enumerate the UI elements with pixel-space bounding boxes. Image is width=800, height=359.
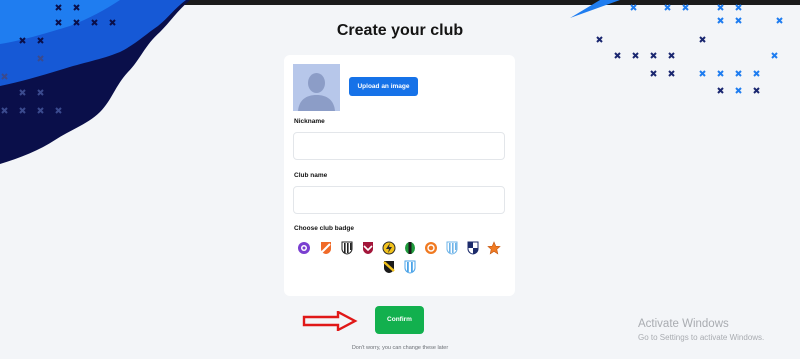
- decorative-crosses-right: [570, 0, 783, 94]
- badge-orange-star-icon[interactable]: [487, 241, 501, 255]
- decorative-splash-left: [0, 0, 190, 164]
- red-arrow-icon: [302, 311, 358, 331]
- club-name-field[interactable]: [293, 186, 505, 214]
- badge-purple-ball-icon[interactable]: [297, 241, 311, 255]
- nickname-label: Nickname: [294, 118, 325, 125]
- badge-black-white-stripes-icon[interactable]: [340, 241, 354, 255]
- activate-windows-subtitle: Go to Settings to activate Windows.: [638, 333, 765, 342]
- person-silhouette-icon: [293, 64, 340, 111]
- create-club-form-card: Upload an image Nickname Club name Choos…: [284, 55, 515, 296]
- nickname-field[interactable]: [293, 132, 505, 160]
- club-name-label: Club name: [294, 172, 328, 179]
- avatar-placeholder: [293, 64, 340, 111]
- activate-windows-title: Activate Windows: [638, 318, 729, 330]
- badge-green-black-icon[interactable]: [403, 241, 417, 255]
- badge-sky-stripes-icon[interactable]: [445, 241, 459, 255]
- badge-light-blue-stripes-icon[interactable]: [403, 260, 417, 274]
- badge-maroon-chevron-icon[interactable]: [361, 241, 375, 255]
- upload-image-button[interactable]: Upload an image: [349, 77, 418, 96]
- change-later-note: Don't worry, you can change these later: [351, 345, 449, 351]
- badge-yellow-lightning-icon[interactable]: [382, 241, 396, 255]
- badge-orange-stripe-icon[interactable]: [319, 241, 333, 255]
- badge-navy-quarters-icon[interactable]: [466, 241, 480, 255]
- badge-orange-circle-icon[interactable]: [424, 241, 438, 255]
- badge-black-yellow-sash-icon[interactable]: [382, 260, 396, 274]
- page-title: Create your club: [336, 22, 464, 39]
- confirm-button[interactable]: Confirm: [375, 306, 424, 334]
- choose-badge-label: Choose club badge: [294, 225, 354, 232]
